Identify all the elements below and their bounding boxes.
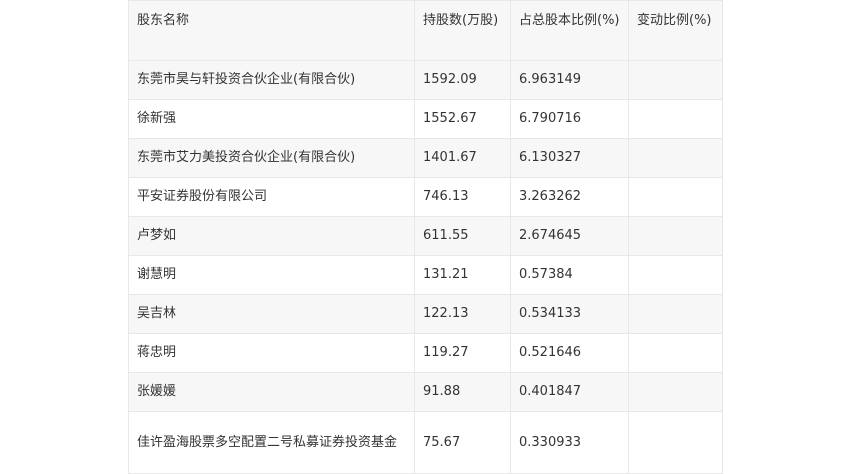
cell-share-ratio: 0.330933	[510, 411, 629, 474]
table-header-row: 股东名称 持股数(万股) 占总股本比例(%) 变动比例(%)	[128, 0, 723, 61]
cell-shares-held: 1592.09	[414, 60, 511, 100]
cell-shareholder-name: 吴吉林	[128, 294, 415, 334]
cell-change-ratio	[628, 333, 723, 373]
cell-shares-held: 91.88	[414, 372, 511, 412]
cell-shares-held: 1552.67	[414, 99, 511, 139]
header-change-ratio: 变动比例(%)	[628, 0, 723, 61]
cell-change-ratio	[628, 411, 723, 474]
cell-shares-held: 746.13	[414, 177, 511, 217]
cell-share-ratio: 6.963149	[510, 60, 629, 100]
table-row: 东莞市艾力美投资合伙企业(有限合伙) 1401.67 6.130327	[128, 138, 723, 178]
cell-shareholder-name: 蒋忠明	[128, 333, 415, 373]
cell-change-ratio	[628, 177, 723, 217]
cell-shares-held: 131.21	[414, 255, 511, 295]
cell-change-ratio	[628, 294, 723, 334]
cell-shareholder-name: 东莞市艾力美投资合伙企业(有限合伙)	[128, 138, 415, 178]
table-row: 吴吉林 122.13 0.534133	[128, 294, 723, 334]
cell-change-ratio	[628, 138, 723, 178]
table-row: 张媛媛 91.88 0.401847	[128, 372, 723, 412]
cell-shares-held: 611.55	[414, 216, 511, 256]
cell-shares-held: 1401.67	[414, 138, 511, 178]
cell-share-ratio: 6.130327	[510, 138, 629, 178]
cell-share-ratio: 3.263262	[510, 177, 629, 217]
shareholder-table: 股东名称 持股数(万股) 占总股本比例(%) 变动比例(%) 东莞市昊与轩投资合…	[128, 0, 723, 474]
table-row: 卢梦如 611.55 2.674645	[128, 216, 723, 256]
cell-shareholder-name: 卢梦如	[128, 216, 415, 256]
table-row: 东莞市昊与轩投资合伙企业(有限合伙) 1592.09 6.963149	[128, 60, 723, 100]
cell-shareholder-name: 佳许盈海股票多空配置二号私募证券投资基金	[128, 411, 415, 474]
shareholder-table-container: 股东名称 持股数(万股) 占总股本比例(%) 变动比例(%) 东莞市昊与轩投资合…	[128, 0, 723, 474]
header-share-ratio: 占总股本比例(%)	[510, 0, 629, 61]
cell-shares-held: 122.13	[414, 294, 511, 334]
cell-shares-held: 119.27	[414, 333, 511, 373]
cell-share-ratio: 0.57384	[510, 255, 629, 295]
cell-change-ratio	[628, 60, 723, 100]
cell-shareholder-name: 东莞市昊与轩投资合伙企业(有限合伙)	[128, 60, 415, 100]
header-shares-held: 持股数(万股)	[414, 0, 511, 61]
cell-share-ratio: 6.790716	[510, 99, 629, 139]
cell-change-ratio	[628, 99, 723, 139]
cell-change-ratio	[628, 216, 723, 256]
cell-share-ratio: 0.521646	[510, 333, 629, 373]
cell-shareholder-name: 谢慧明	[128, 255, 415, 295]
table-row: 谢慧明 131.21 0.57384	[128, 255, 723, 295]
cell-share-ratio: 0.534133	[510, 294, 629, 334]
cell-shares-held: 75.67	[414, 411, 511, 474]
cell-share-ratio: 2.674645	[510, 216, 629, 256]
cell-shareholder-name: 张媛媛	[128, 372, 415, 412]
table-row: 徐新强 1552.67 6.790716	[128, 99, 723, 139]
header-shareholder-name: 股东名称	[128, 0, 415, 61]
table-row: 佳许盈海股票多空配置二号私募证券投资基金 75.67 0.330933	[128, 411, 723, 474]
cell-shareholder-name: 平安证券股份有限公司	[128, 177, 415, 217]
cell-change-ratio	[628, 255, 723, 295]
table-row: 平安证券股份有限公司 746.13 3.263262	[128, 177, 723, 217]
cell-change-ratio	[628, 372, 723, 412]
cell-shareholder-name: 徐新强	[128, 99, 415, 139]
table-row: 蒋忠明 119.27 0.521646	[128, 333, 723, 373]
cell-share-ratio: 0.401847	[510, 372, 629, 412]
